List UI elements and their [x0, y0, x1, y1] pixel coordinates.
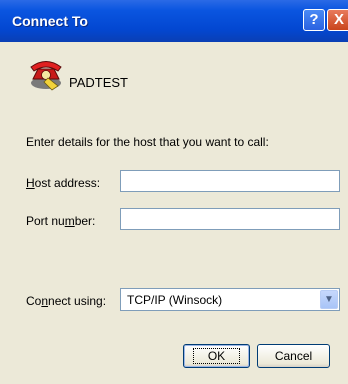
- window-title: Connect To: [12, 13, 88, 29]
- host-accel-key: H: [26, 176, 35, 190]
- help-icon: ?: [309, 11, 319, 28]
- port-accel-key: m: [64, 214, 75, 228]
- host-address-label: Host address:: [26, 176, 100, 190]
- host-address-input[interactable]: [120, 170, 340, 192]
- connect-using-select[interactable]: TCP/IP (Winsock) ▼: [120, 288, 340, 311]
- ok-button[interactable]: OK: [183, 344, 250, 368]
- connect-label-pre: Co: [26, 294, 42, 308]
- instructions-text: Enter details for the host that you want…: [26, 135, 269, 149]
- port-number-input[interactable]: [120, 208, 340, 230]
- host-label-text: ost address:: [34, 176, 101, 190]
- connect-label-post: nect using:: [48, 294, 107, 308]
- telephone-icon: [30, 61, 62, 91]
- close-button[interactable]: X: [327, 9, 348, 31]
- connect-using-value: TCP/IP (Winsock): [127, 293, 223, 307]
- port-label-pre: Port nu: [26, 214, 65, 228]
- port-number-label: Port number:: [26, 214, 95, 228]
- port-label-post: ber:: [74, 214, 96, 228]
- chevron-down-icon[interactable]: ▼: [320, 290, 338, 309]
- cancel-button[interactable]: Cancel: [257, 344, 330, 368]
- connection-name: PADTEST: [69, 75, 128, 90]
- close-icon: X: [333, 11, 344, 28]
- title-bar[interactable]: Connect To ? X: [0, 0, 348, 42]
- ok-button-label: OK: [192, 348, 241, 364]
- connect-using-label: Connect using:: [26, 294, 106, 308]
- cancel-button-label: Cancel: [274, 349, 313, 363]
- help-button[interactable]: ?: [303, 9, 325, 31]
